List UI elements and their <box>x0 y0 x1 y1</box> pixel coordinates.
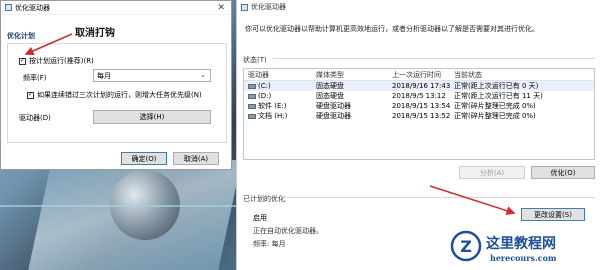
drive-icon <box>248 113 256 119</box>
column-header-media[interactable]: 媒体类型 <box>316 70 392 80</box>
run-on-schedule-label: 按计划运行(推荐)(R) <box>29 57 94 65</box>
description-text: 你可以优化驱动器以帮助计算机更高效地运行，或者分析驱动器以了解是否需要对其进行优… <box>245 25 539 33</box>
table-row[interactable]: (D:) 固态硬盘 2018/9/5 13:12 正常(距上次运行已有 11 天… <box>244 91 594 101</box>
dialog-title: 优化驱动器 <box>15 3 50 12</box>
scheduled-optimization-label: 已计划的优化 <box>243 195 285 203</box>
column-header-last-run[interactable]: 上一次运行时间 <box>392 70 454 80</box>
defrag-app-icon <box>241 3 248 11</box>
drive-name: (C:) <box>258 82 271 90</box>
watermark: Z 这里教程网 herecours.com <box>450 230 600 270</box>
last-run: 2018/9/15 13:54 <box>392 102 451 110</box>
table-row[interactable]: 文档 (H:) 硬盘驱动器 2018/9/15 13:52 正常(碎片整理已完成… <box>244 111 594 121</box>
drive-icon <box>248 93 256 99</box>
media-type: 硬盘驱动器 <box>316 102 351 110</box>
background-stripe <box>0 205 238 207</box>
column-header-drive[interactable]: 驱动器 <box>244 70 316 80</box>
frequency-label: 频率(F) <box>23 74 47 82</box>
ok-button[interactable]: 确定(O) <box>121 152 167 165</box>
last-run: 2018/9/16 17:43 <box>392 82 451 90</box>
drive-status: 正常(碎片整理已完成 0%) <box>454 112 536 120</box>
status-divider <box>273 58 595 59</box>
media-type: 固态硬盘 <box>316 92 344 100</box>
defrag-app-icon <box>5 4 12 11</box>
drive-icon <box>248 103 256 109</box>
schedule-section-title: 优化计划 <box>7 32 35 40</box>
window-titlebar: 优化驱动器 <box>237 0 600 14</box>
media-type: 固态硬盘 <box>316 82 344 90</box>
dialog-titlebar: 优化驱动器 ✕ <box>1 1 231 15</box>
optimization-schedule-dialog: 优化驱动器 ✕ 优化计划 ✓ 按计划运行(推荐)(R) 频率(F) 每月 ⌄ ✓… <box>0 0 232 170</box>
table-row[interactable]: 软件 (E:) 硬盘驱动器 2018/9/15 13:54 正常(碎片整理已完成… <box>244 101 594 111</box>
watermark-cn-text: 这里教程网 <box>486 236 556 252</box>
last-run: 2018/9/15 13:52 <box>392 112 451 120</box>
watermark-logo-icon: Z <box>450 230 482 262</box>
last-run: 2018/9/5 13:12 <box>392 92 446 100</box>
table-header: 驱动器 媒体类型 上一次运行时间 当前状态 <box>244 69 594 81</box>
schedule-auto-text: 正在自动优化驱动器。 <box>253 227 323 235</box>
window-title: 优化驱动器 <box>251 3 286 11</box>
drive-status: 正常(距上次运行已有 0 天) <box>454 82 539 90</box>
drive-name: 软件 (E:) <box>258 102 287 110</box>
svg-text:Z: Z <box>460 237 472 256</box>
checkbox-check-icon[interactable]: ✓ <box>27 91 34 99</box>
scheduled-divider <box>283 197 595 198</box>
drive-name: 文档 (H:) <box>258 112 288 120</box>
optimize-button[interactable]: 优化(O) <box>531 166 595 179</box>
missed-runs-checkbox[interactable]: ✓ 如果连续错过三次计划的运行，则增大任务优先级(N) <box>27 90 202 100</box>
choose-drives-button[interactable]: 选择(H) <box>93 110 211 124</box>
analyze-button[interactable]: 分析(A) <box>459 166 525 179</box>
annotation-text: 取消打钩 <box>75 28 115 39</box>
status-label: 状态(T) <box>243 56 267 64</box>
media-type: 硬盘驱动器 <box>316 112 351 120</box>
cancel-button[interactable]: 取消(A) <box>173 152 219 165</box>
drive-table: 驱动器 媒体类型 上一次运行时间 当前状态 (C:) 固态硬盘 2018/9/1… <box>243 68 595 160</box>
checkbox-check-icon[interactable]: ✓ <box>19 57 26 65</box>
chevron-down-icon: ⌄ <box>200 71 206 79</box>
drives-label: 驱动器(D) <box>19 114 51 122</box>
drive-status: 正常(距上次运行已有 11 天) <box>454 92 543 100</box>
missed-runs-label: 如果连续错过三次计划的运行，则增大任务优先级(N) <box>37 91 202 99</box>
column-header-status[interactable]: 当前状态 <box>454 70 592 80</box>
drive-name: (D:) <box>258 92 272 100</box>
table-row[interactable]: (C:) 固态硬盘 2018/9/16 17:43 正常(距上次运行已有 0 天… <box>244 81 594 91</box>
change-settings-button[interactable]: 更改设置(S) <box>521 208 585 221</box>
schedule-frequency-text: 频率: 每月 <box>253 240 286 248</box>
close-icon[interactable]: ✕ <box>217 3 225 13</box>
run-on-schedule-checkbox[interactable]: ✓ 按计划运行(推荐)(R) <box>19 56 94 66</box>
drive-status: 正常(碎片整理已完成 0%) <box>454 102 536 110</box>
watermark-en-text: herecours.com <box>490 253 557 263</box>
frequency-value: 每月 <box>97 71 111 80</box>
frequency-select[interactable]: 每月 ⌄ <box>93 69 211 82</box>
drive-icon <box>248 83 256 89</box>
schedule-enabled-text: 启用 <box>253 214 267 222</box>
